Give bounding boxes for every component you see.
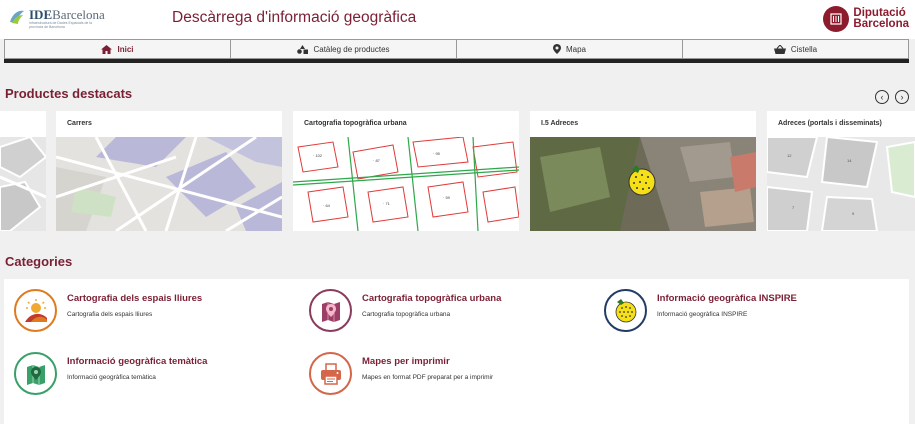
main-nav: Inici Catàleg de productes Mapa Cistella <box>4 39 909 59</box>
category-desc: Mapes en format PDF preparat per a impri… <box>362 374 494 381</box>
category-desc: Cartografia topogràfica urbana <box>362 311 451 318</box>
product-card-adreces-portals[interactable]: Adreces (portals i disseminats) 12 14 7 9 <box>767 111 915 231</box>
category-name: Mapes per imprimir <box>362 356 450 367</box>
category-name: Informació geogràfica temàtica <box>67 356 208 367</box>
category-name: Cartografia dels espais lliures <box>67 293 203 304</box>
nav-label: Cistella <box>790 44 818 54</box>
product-thumbnail: · 102 · 87 · 95 · 64 · 71 · 59 <box>293 137 519 231</box>
product-card-partial[interactable] <box>0 111 46 231</box>
header: IDEBarcelona Infraestructura de Dades Es… <box>0 0 915 39</box>
product-thumbnail <box>56 137 282 231</box>
map-pin-icon <box>309 289 352 332</box>
map-marker-icon <box>552 44 561 54</box>
product-card-cartografia-urbana[interactable]: Cartografia topogràfica urbana · 102 · 87… <box>293 111 519 231</box>
product-thumbnail <box>0 137 46 231</box>
ide-logo[interactable]: IDEBarcelona Infraestructura de Dades Es… <box>8 8 105 29</box>
product-thumbnail <box>530 137 756 231</box>
product-card-carrers[interactable]: Carrers <box>56 111 282 231</box>
nav-item-home[interactable]: Inici <box>5 40 231 58</box>
diputacio-seal-icon <box>823 6 850 32</box>
chevron-right-icon: › <box>900 91 904 102</box>
nav-label: Inici <box>117 44 134 54</box>
chevron-left-icon: ‹ <box>880 91 884 102</box>
svg-text:· 95: · 95 <box>433 151 441 156</box>
category-espais-lliures[interactable]: Cartografia dels espais lliures Cartogra… <box>14 289 202 332</box>
nav-item-basket[interactable]: Cistella <box>683 40 908 58</box>
shapes-icon <box>297 44 309 54</box>
product-title: I.5 Adreces <box>541 120 579 127</box>
svg-text:· 59: · 59 <box>443 195 451 200</box>
nav-label: Mapa <box>565 44 586 54</box>
logo-subtitle: Infraestructura de Dades Espacials de la… <box>29 21 93 29</box>
inspire-icon <box>604 289 647 332</box>
product-title: Cartografia topogràfica urbana <box>304 120 407 127</box>
category-name: Informació geogràfica INSPIRE <box>657 293 797 304</box>
svg-text:· 102: · 102 <box>313 153 323 158</box>
home-icon <box>101 44 113 54</box>
category-topografica-urbana[interactable]: Cartografia topogràfica urbana Cartograf… <box>309 289 501 332</box>
svg-text:· 71: · 71 <box>383 201 391 206</box>
product-title: Adreces (portals i disseminats) <box>778 120 882 127</box>
org-name-line2: Barcelona <box>853 18 909 30</box>
product-thumbnail: 121479 <box>767 137 915 231</box>
carousel-prev-button[interactable]: ‹ <box>875 90 889 104</box>
product-card-adreces[interactable]: I.5 Adreces <box>530 111 756 231</box>
category-desc: Informació geogràfica INSPIRE <box>657 311 748 318</box>
svg-text:14: 14 <box>847 158 852 163</box>
landscape-icon <box>14 289 57 332</box>
categories-title: Categories <box>5 254 73 269</box>
page-title: Descàrrega d'informació geogràfica <box>172 9 417 26</box>
category-desc: Informació geogràfica temàtica <box>67 374 156 381</box>
ide-logo-icon <box>10 10 24 24</box>
nav-underline <box>4 59 909 63</box>
product-title: Carrers <box>67 120 92 127</box>
category-tematica[interactable]: Informació geogràfica temàtica Informaci… <box>14 352 207 395</box>
featured-title: Productes destacats <box>5 86 133 101</box>
diputacio-logo[interactable]: Diputació Barcelona <box>823 6 909 32</box>
logo-suffix: Barcelona <box>52 7 105 22</box>
nav-label: Catàleg de productes <box>313 44 390 54</box>
category-mapes-imprimir[interactable]: Mapes per imprimir Mapes en format PDF p… <box>309 352 493 395</box>
nav-item-catalog[interactable]: Catàleg de productes <box>231 40 457 58</box>
thematic-map-icon <box>14 352 57 395</box>
category-inspire[interactable]: Informació geogràfica INSPIRE Informació… <box>604 289 797 332</box>
printer-icon <box>309 352 352 395</box>
svg-text:· 64: · 64 <box>323 203 331 208</box>
svg-text:· 87: · 87 <box>373 158 381 163</box>
carousel-arrows: ‹ › <box>875 90 909 104</box>
category-name: Cartografia topogràfica urbana <box>362 293 502 304</box>
logo-name: IDE <box>29 7 53 22</box>
svg-text:12: 12 <box>787 153 792 158</box>
category-desc: Cartografia dels espais lliures <box>67 311 153 318</box>
basket-icon <box>773 44 786 54</box>
carousel-next-button[interactable]: › <box>895 90 909 104</box>
categories-panel: Cartografia dels espais lliures Cartogra… <box>4 279 909 424</box>
nav-item-map[interactable]: Mapa <box>457 40 683 58</box>
